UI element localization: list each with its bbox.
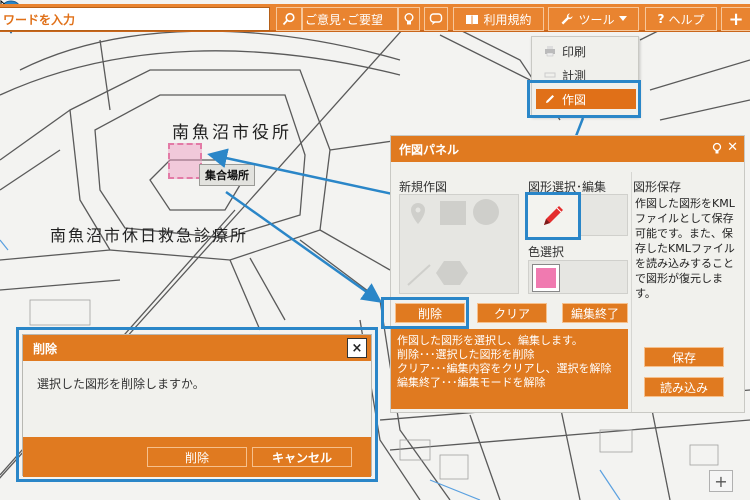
draw-panel-title: 作図パネル [399, 143, 460, 157]
lightbulb-icon [404, 13, 414, 25]
tools-label: ツール [578, 12, 615, 27]
delete-confirm-dialog: 削除 × 選択した図形を削除しますか。 削除 キャンセル [22, 334, 372, 477]
chat-button[interactable] [424, 7, 448, 31]
help-line: 削除･･･選択した図形を削除 [397, 348, 535, 361]
lightbulb-icon[interactable] [712, 142, 722, 156]
circle-shape-icon[interactable] [473, 199, 499, 225]
terms-label: 利用規約 [483, 12, 532, 27]
dialog-close-button[interactable]: × [347, 338, 367, 358]
help-label: ヘルプ [668, 12, 705, 27]
printer-icon [545, 46, 555, 57]
dialog-header[interactable]: 削除 × [23, 335, 371, 361]
selected-shape-highlight[interactable] [168, 143, 202, 179]
menu-item-label: 印刷 [562, 44, 587, 59]
section-title-new-draw: 新規作図 [399, 180, 448, 194]
new-shape-palette [399, 194, 519, 294]
point-shape-icon[interactable] [411, 203, 425, 224]
add-button[interactable]: + [721, 7, 750, 31]
callout-frame-draw-menu [527, 80, 641, 118]
red-pen-icon [544, 206, 563, 225]
draw-panel: 作図パネル ✕ 新規作図 図形選択･編集 図形保存 色選択 作図した図形をKML… [390, 135, 745, 413]
section-title-save: 図形保存 [633, 180, 682, 194]
help-line: 編集終了･･･編集モードを解除 [397, 376, 546, 389]
load-button[interactable]: 読み込み [644, 377, 724, 397]
menu-item-print[interactable]: 印刷 [536, 41, 636, 61]
idea-button[interactable] [398, 7, 420, 31]
dialog-title: 削除 [33, 342, 58, 356]
feedback-button[interactable]: ご意見･ご要望 [302, 7, 398, 31]
color-swatch-fill [536, 268, 556, 288]
marker-tag-label: 集合場所 [199, 164, 255, 186]
search-input[interactable] [0, 7, 270, 31]
search-button[interactable] [276, 7, 302, 31]
help-line: 作図した図形を選択し、編集します。 [397, 334, 583, 347]
confirm-delete-button[interactable]: 削除 [147, 447, 247, 467]
panel-divider [631, 172, 632, 412]
map-label-clinic: 南魚沼市休日救急診療所 [50, 226, 249, 245]
speech-bubble-icon [429, 13, 443, 25]
wrench-icon [561, 13, 573, 25]
chevron-down-icon [618, 16, 627, 21]
close-icon[interactable]: ✕ [727, 140, 738, 155]
map-label-cityhall: 南魚沼市役所 [172, 123, 292, 143]
book-icon [466, 15, 479, 25]
callout-frame-delete-button [381, 297, 469, 329]
clear-button[interactable]: クリア [477, 303, 547, 323]
save-description: 作図した図形をKMLファイルとして保存可能です。また、保存したKMLファイルを読… [635, 197, 735, 300]
terms-button[interactable]: 利用規約 [453, 7, 544, 31]
dialog-message: 選択した図形を削除しますか。 [37, 377, 205, 391]
top-toolbar: ご意見･ご要望 利用規約 ツール ? ヘルプ + [0, 4, 750, 32]
edit-pen-button[interactable] [525, 192, 581, 240]
search-icon [282, 12, 295, 26]
edit-help-text: 作図した図形を選択し、編集します。 削除･･･選択した図形を削除 クリア･･･編… [391, 329, 628, 409]
help-question-icon: ? [657, 12, 665, 26]
help-button[interactable]: ? ヘルプ [645, 7, 717, 31]
finish-edit-button[interactable]: 編集終了 [562, 303, 628, 323]
dialog-footer: 削除 キャンセル [23, 437, 371, 477]
polygon-shape-icon[interactable] [436, 261, 468, 285]
feedback-label: ご意見･ご要望 [305, 12, 384, 27]
cancel-button[interactable]: キャンセル [252, 447, 352, 467]
help-line: クリア･･･編集内容をクリアし、選択を解除 [397, 362, 612, 375]
draw-panel-header[interactable]: 作図パネル ✕ [391, 136, 744, 162]
tools-button[interactable]: ツール [548, 7, 639, 31]
rectangle-shape-icon[interactable] [440, 201, 466, 225]
zoom-in-button[interactable]: + [709, 470, 733, 492]
line-shape-icon[interactable] [407, 264, 431, 286]
save-button[interactable]: 保存 [644, 347, 724, 367]
color-swatch-button[interactable] [532, 264, 560, 292]
section-title-color: 色選択 [528, 245, 565, 259]
